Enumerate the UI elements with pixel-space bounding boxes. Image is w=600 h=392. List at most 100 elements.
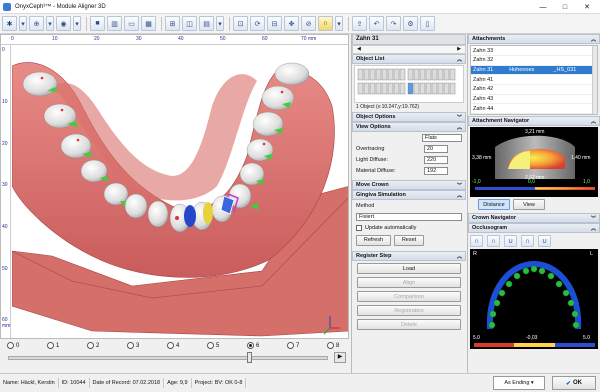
redo-icon[interactable]: ↷ (386, 16, 401, 31)
export-icon[interactable]: ⇪ (352, 16, 367, 31)
play-button[interactable]: ▶ (334, 352, 346, 363)
settings-icon[interactable]: ✱ (2, 16, 17, 31)
ok-button[interactable]: ✔ OK (552, 376, 596, 390)
attachment-row[interactable]: Zahn 44 (471, 103, 593, 114)
attachment-id (551, 94, 593, 105)
tooth-nav[interactable]: ◀ ▶ (352, 45, 466, 54)
attachment-id (551, 74, 593, 86)
as-ending-button[interactable]: As Ending ▾ (493, 376, 545, 390)
grid-icon[interactable]: ▤ (199, 16, 214, 31)
arch-icon[interactable]: ∩ (318, 16, 333, 31)
view-tab[interactable]: View (513, 199, 545, 210)
panels-icon[interactable]: ▦ (141, 16, 156, 31)
ruler-tick: 30 (2, 182, 8, 188)
step-radio-5[interactable]: 5 (207, 342, 219, 349)
step-radio-1[interactable]: 1 (47, 342, 59, 349)
auto-update-checkbox[interactable] (356, 224, 362, 231)
attachment-row[interactable]: Zahn 43 (471, 94, 593, 105)
object-options-header[interactable]: Object Options ︾ (352, 112, 466, 122)
attachment-navigator-view[interactable]: 3,21 mm 3,38 mm 1,40 mm 2,92 mm -1,0 0,0… (470, 127, 598, 197)
arch-view-icon-3[interactable]: ∪ (504, 235, 517, 247)
maximize-button[interactable]: □ (554, 0, 576, 14)
attachment-navigator-header[interactable]: Attachment Navigator ︽ (468, 116, 600, 126)
attachment-row[interactable]: Zahn 42 (471, 84, 593, 95)
attachments-header[interactable]: Attachments ︽ (468, 34, 600, 44)
comparison-button[interactable]: Comparison (357, 291, 461, 302)
material-diffuse-input[interactable]: 192 (424, 166, 448, 175)
occlusogram-view[interactable]: R L 5.0 -0,03 5.0 (470, 249, 598, 349)
document-icon[interactable]: ▯ (420, 16, 435, 31)
chevron-down-icon[interactable]: ▾ (216, 16, 224, 31)
step-radio-0[interactable]: 0 (7, 342, 19, 349)
gingiva-header[interactable]: Gingiva Simulation ︽ (352, 190, 466, 200)
single-view-icon[interactable]: ■ (90, 16, 105, 31)
attachments-scrollbar[interactable] (592, 46, 597, 114)
check-icon: ✔ (565, 380, 572, 387)
attachment-row[interactable]: Zahn 41 (471, 74, 593, 86)
auto-update-label: Update automatically (365, 224, 417, 231)
crown-navigator-header[interactable]: Crown Navigator ︾ (468, 213, 600, 223)
rotate-icon[interactable]: ⟳ (250, 16, 265, 31)
distance-tab[interactable]: Distance (478, 199, 510, 210)
occlusogram-header[interactable]: Occlusogram ︽ (468, 223, 600, 233)
tooth-grid-icon[interactable]: ⊞ (165, 16, 180, 31)
step-radio-3[interactable]: 3 (127, 342, 139, 349)
undo-icon[interactable]: ↶ (369, 16, 384, 31)
crown-icon[interactable]: ◫ (182, 16, 197, 31)
attachment-row[interactable]: Zahn 31 Hohenoes _HS_031 (471, 65, 593, 76)
arch-view-icon-5[interactable]: ∪ (538, 235, 551, 247)
delete-button[interactable]: Delete (357, 319, 461, 330)
method-select[interactable]: Fixiert (356, 212, 462, 221)
overtracing-input[interactable]: 20 (424, 144, 448, 153)
jaw-model[interactable] (12, 46, 349, 339)
chevron-down-icon[interactable]: ▾ (73, 16, 81, 31)
next-tooth-icon[interactable]: ▶ (457, 46, 461, 53)
object-list-header[interactable]: Object List ︽ (352, 54, 466, 64)
registration-button[interactable]: Registration (357, 305, 461, 316)
arch-view-icon-1[interactable]: ∩ (470, 235, 483, 247)
attachment-row[interactable]: Zahn 33 (471, 46, 593, 57)
refresh-button[interactable]: Refresh (356, 234, 391, 246)
move-icon[interactable]: ✥ (284, 16, 299, 31)
options-icon[interactable]: ⚙ (403, 16, 418, 31)
step-slider[interactable] (8, 356, 328, 360)
move-crown-header[interactable]: Move Crown ︾ (352, 180, 466, 190)
reset-button[interactable]: Reset (394, 234, 424, 246)
view-options-header[interactable]: View Options ︽ (352, 122, 466, 132)
step-radio-8[interactable]: 8 (327, 342, 339, 349)
main-toolbar: ✱ ▾ ⊕ ▾ ◉ ▾ ■ ▥ ▭ ▦ ⊞ ◫ ▤ ▾ ⊡ ⟳ ⊟ ✥ ⊘ ∩ … (0, 14, 600, 34)
split-icon[interactable]: ⊘ (301, 16, 316, 31)
register-step-header[interactable]: Register Step ︽ (352, 251, 466, 261)
step-radio-7[interactable]: 7 (287, 342, 299, 349)
step-radio-4[interactable]: 4 (167, 342, 179, 349)
render-mode-select[interactable]: Flats (422, 133, 462, 142)
section-icon[interactable]: ⊟ (267, 16, 282, 31)
load-button[interactable]: Load (357, 263, 461, 274)
slider-thumb[interactable] (247, 352, 252, 363)
material-diffuse-label: Material Diffuse: (356, 167, 396, 174)
attachment-row[interactable]: Zahn 32 (471, 55, 593, 66)
tooth-title: Zahn 31 (352, 34, 466, 45)
chevron-down-icon[interactable]: ▾ (46, 16, 54, 31)
align-icon[interactable]: ⊡ (233, 16, 248, 31)
view-icon[interactable]: ◉ (56, 16, 71, 31)
prev-tooth-icon[interactable]: ◀ (357, 46, 361, 53)
select-tool-icon[interactable]: ⊕ (29, 16, 44, 31)
minimize-button[interactable]: — (532, 0, 554, 14)
attachments-list[interactable]: Zahn 33 Zahn 32 Zahn 31 Hohenoes _HS_031 Zahn… (470, 45, 598, 115)
occ-side-right: R (473, 251, 477, 257)
split-view-icon[interactable]: ▥ (107, 16, 122, 31)
tooth-chart[interactable] (354, 65, 464, 103)
chevron-down-icon[interactable]: ▾ (335, 16, 343, 31)
arch-view-icon-2[interactable]: ∩ (487, 235, 500, 247)
fit-view-icon[interactable]: ▭ (124, 16, 139, 31)
light-diffuse-input[interactable]: 220 (424, 155, 448, 164)
chevron-down-icon[interactable]: ▾ (19, 16, 27, 31)
arch-view-icon-4[interactable]: ∩ (521, 235, 534, 247)
close-button[interactable]: ✕ (576, 0, 598, 14)
step-radio-2[interactable]: 2 (87, 342, 99, 349)
attachment-type (507, 46, 552, 57)
3d-viewport[interactable]: 0 10 20 30 40 50 60 70 mm 0 10 20 30 40 … (0, 34, 349, 339)
align-button[interactable]: Align (357, 277, 461, 288)
step-radio-6[interactable]: 6 (247, 342, 259, 349)
